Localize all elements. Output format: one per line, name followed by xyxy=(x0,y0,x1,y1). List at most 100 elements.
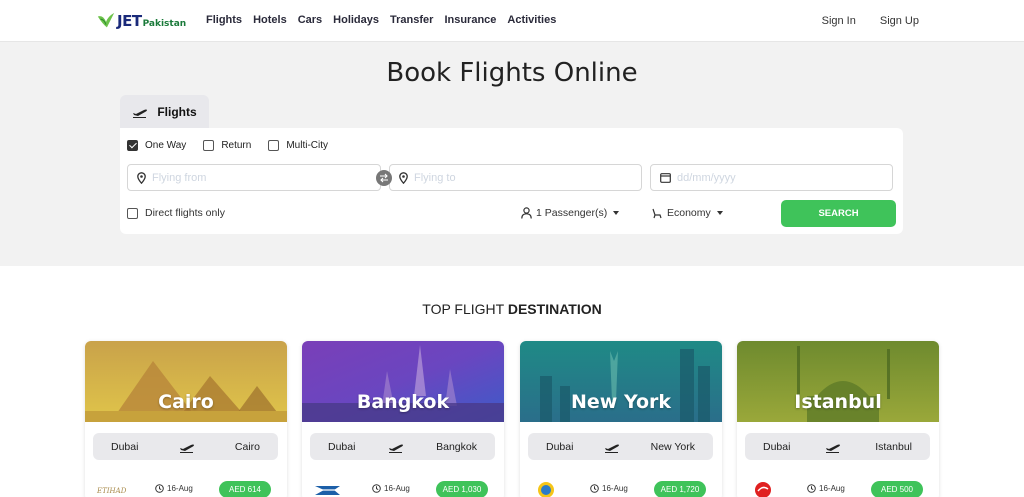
nav-holidays[interactable]: Holidays xyxy=(333,14,379,26)
one-way-label: One Way xyxy=(145,140,187,151)
nav-activities[interactable]: Activities xyxy=(507,14,556,26)
nav-insurance[interactable]: Insurance xyxy=(444,14,496,26)
nav-cars[interactable]: Cars xyxy=(298,14,322,26)
to-field[interactable] xyxy=(389,164,642,191)
cabin-value: Economy xyxy=(667,207,711,219)
main-nav: Flights Hotels Cars Holidays Transfer In… xyxy=(206,14,567,26)
multi-city-label: Multi-City xyxy=(286,140,328,151)
route-pill: Dubai New York xyxy=(528,433,713,460)
trip-type-options: One Way Return Multi-City xyxy=(127,140,345,151)
flight-date-value: 16-Aug xyxy=(384,484,410,493)
destination-card-cairo[interactable]: Cairo Dubai Cairo ETIHAD 16-Aug AED 614 xyxy=(85,341,287,497)
cabin-class-select[interactable]: Economy xyxy=(651,207,723,219)
flying-to-input[interactable] xyxy=(414,171,614,184)
brand-logo[interactable]: JET Pakistan xyxy=(96,8,186,34)
price-badge[interactable]: AED 1,030 xyxy=(436,481,488,497)
route-pill: Dubai Cairo xyxy=(93,433,278,460)
from-field[interactable] xyxy=(127,164,381,191)
route-from: Dubai xyxy=(546,440,574,453)
direct-flights-option[interactable]: Direct flights only xyxy=(127,207,225,219)
flight-meta: ETIHAD 16-Aug AED 614 xyxy=(85,479,287,497)
destination-card-istanbul[interactable]: Istanbul Dubai Istanbul 16-Aug AED 500 xyxy=(737,341,939,497)
price-badge[interactable]: AED 614 xyxy=(219,481,271,497)
flight-date: 16-Aug xyxy=(155,484,193,493)
etihad-logo: ETIHAD xyxy=(96,487,127,495)
swap-button[interactable] xyxy=(376,170,392,186)
sign-in-link[interactable]: Sign In xyxy=(822,15,856,27)
destination-city: Cairo xyxy=(158,391,214,413)
flight-meta: 16-Aug AED 1,720 xyxy=(520,479,722,497)
chevron-down-icon xyxy=(613,211,620,215)
clock-icon xyxy=(372,484,381,493)
flight-date: 16-Aug xyxy=(372,484,410,493)
trip-return[interactable]: Return xyxy=(203,140,251,151)
trip-one-way[interactable]: One Way xyxy=(127,140,186,151)
route-pill: Dubai Istanbul xyxy=(745,433,930,460)
flight-date-value: 16-Aug xyxy=(602,484,628,493)
turkish-airlines-logo xyxy=(755,482,771,497)
section-title: TOP FLIGHT DESTINATION xyxy=(0,301,1024,317)
flight-date: 16-Aug xyxy=(590,484,628,493)
calendar-icon xyxy=(660,173,671,183)
route-to: Bangkok xyxy=(436,440,477,453)
date-field[interactable] xyxy=(650,164,893,191)
nav-transfer[interactable]: Transfer xyxy=(390,14,433,26)
seat-icon xyxy=(652,208,662,218)
route-to: Cairo xyxy=(234,440,260,453)
destination-card-bangkok[interactable]: Bangkok Dubai Bangkok 16-Aug AED 1,030 xyxy=(302,341,504,497)
flight-meta: 16-Aug AED 500 xyxy=(737,479,939,497)
one-way-checkbox[interactable] xyxy=(127,140,138,151)
search-button[interactable]: SEARCH xyxy=(781,200,896,227)
sign-up-link[interactable]: Sign Up xyxy=(880,15,919,27)
direct-flights-label: Direct flights only xyxy=(145,207,225,219)
route-from: Dubai xyxy=(328,440,356,453)
route-to: New York xyxy=(650,440,695,453)
flight-search-form: One Way Return Multi-City Flying from Fl… xyxy=(120,128,903,234)
brand-suffix: Pakistan xyxy=(142,19,187,29)
top-destinations-section: TOP FLIGHT DESTINATION Cairo Dubai Cairo… xyxy=(0,266,1024,497)
flight-date-value: 16-Aug xyxy=(167,484,193,493)
svg-text:ETIHAD: ETIHAD xyxy=(96,487,127,495)
passenger-value: 1 Passenger(s) xyxy=(536,207,608,219)
destination-card-new-york[interactable]: New York Dubai New York 16-Aug AED 1,720 xyxy=(520,341,722,497)
swap-arrows-icon xyxy=(380,173,388,183)
location-pin-icon xyxy=(137,171,146,184)
trip-multi-city[interactable]: Multi-City xyxy=(268,140,328,151)
destination-city: Bangkok xyxy=(356,391,450,413)
brand-name: JET xyxy=(117,12,142,30)
direct-flights-checkbox[interactable] xyxy=(127,207,138,219)
passenger-select[interactable]: 1 Passenger(s) xyxy=(521,207,620,219)
route-to: Istanbul xyxy=(875,440,912,453)
tab-flights-label: Flights xyxy=(157,105,197,119)
price-badge[interactable]: AED 1,720 xyxy=(654,481,706,497)
plane-takeoff-icon xyxy=(133,109,148,118)
chevron-down-icon xyxy=(716,211,723,215)
bird-logo-icon xyxy=(97,12,115,28)
nav-flights[interactable]: Flights xyxy=(206,14,242,26)
nav-hotels[interactable]: Hotels xyxy=(253,14,287,26)
person-icon xyxy=(521,207,532,219)
section-title-bold: DESTINATION xyxy=(507,301,602,317)
flight-date: 16-Aug xyxy=(807,484,845,493)
return-checkbox[interactable] xyxy=(203,140,215,151)
price-badge[interactable]: AED 500 xyxy=(871,481,923,497)
plane-takeoff-icon xyxy=(825,444,840,453)
plane-takeoff-icon xyxy=(605,444,620,453)
route-from: Dubai xyxy=(763,440,791,453)
top-header: JET Pakistan Flights Hotels Cars Holiday… xyxy=(0,0,1024,42)
destination-city: New York xyxy=(570,391,672,413)
destination-city: Istanbul xyxy=(794,391,882,413)
flying-from-input[interactable] xyxy=(152,171,352,184)
multi-city-checkbox[interactable] xyxy=(268,140,280,151)
auth-links: Sign In Sign Up xyxy=(798,15,919,27)
page-title: Book Flights Online xyxy=(386,58,638,88)
route-pill: Dubai Bangkok xyxy=(310,433,495,460)
clock-icon xyxy=(155,484,164,493)
ukraine-airlines-logo xyxy=(538,482,554,497)
date-input[interactable] xyxy=(677,171,877,184)
tab-flights[interactable]: Flights xyxy=(120,95,209,129)
route-from: Dubai xyxy=(111,440,139,453)
flight-meta: 16-Aug AED 1,030 xyxy=(302,479,504,497)
return-label: Return xyxy=(221,140,252,151)
location-pin-icon xyxy=(399,171,408,184)
